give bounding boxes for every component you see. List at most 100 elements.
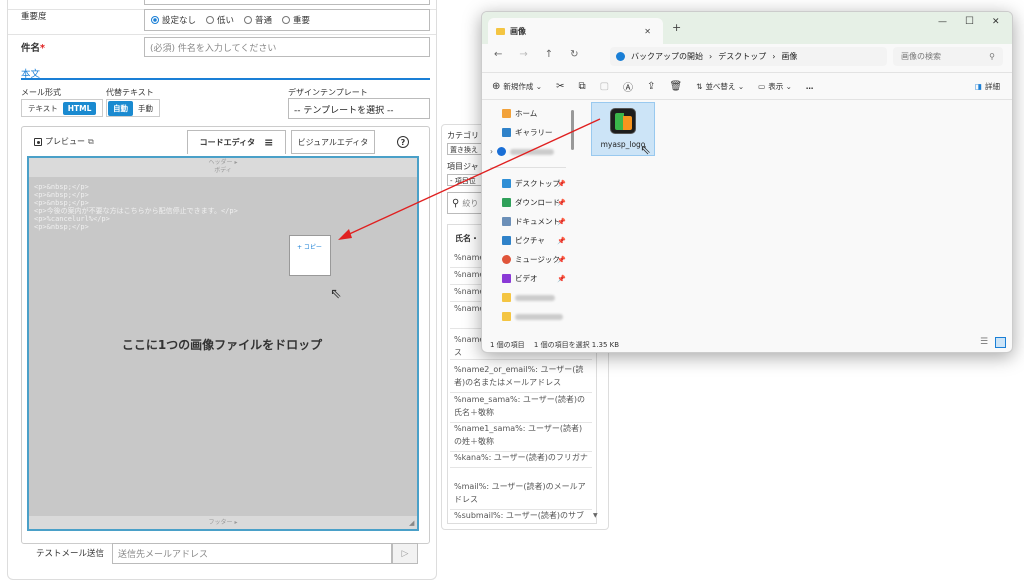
importance-high-radio[interactable]: 重要	[282, 14, 310, 26]
design-template-select[interactable]: -- テンプレートを選択 --	[288, 98, 430, 119]
list-view-icon[interactable]: ☰	[980, 337, 988, 347]
pin-icon: 📌	[557, 217, 566, 226]
search-box[interactable]: 画像の検索 ⚲	[893, 47, 1003, 66]
sidebar-item-home[interactable]: ホーム	[482, 104, 574, 123]
close-tab-icon[interactable]: ✕	[644, 27, 651, 36]
more-icon[interactable]: …	[806, 82, 814, 91]
sidebar-item-desktop[interactable]: デスクトップ 📌	[482, 174, 574, 193]
sidebar-item-downloads[interactable]: ダウンロード 📌	[482, 193, 574, 212]
alt-text-toggle: 自動 手動	[106, 99, 160, 117]
address-bar[interactable]: バックアップの開始 › デスクトップ › 画像	[610, 47, 887, 66]
code-line: <p>今後の案内が不要な方はこちらから配信停止できます。</p>	[34, 207, 238, 215]
item-label: 項目ジャ	[447, 162, 479, 171]
details-button[interactable]: ◨ 詳細	[975, 81, 1000, 92]
refresh-icon[interactable]: ↻	[570, 49, 578, 60]
mail-format-toggle: テキスト HTML	[21, 99, 103, 117]
tab-images[interactable]: 画像 ✕	[488, 18, 663, 44]
variable-item[interactable]: %kana%: ユーザー(読者)のフリガナ	[450, 448, 592, 468]
close-window-icon[interactable]: ✕	[992, 17, 1000, 27]
mail-format-text-option[interactable]: テキスト	[23, 101, 63, 116]
paste-icon[interactable]: ▢	[600, 81, 609, 92]
minimize-icon[interactable]: —	[938, 17, 947, 27]
video-icon	[502, 274, 511, 283]
maximize-icon[interactable]: ☐	[965, 16, 974, 27]
importance-none-radio[interactable]: 設定なし	[151, 14, 196, 26]
footer-section: フッター ▸	[29, 516, 417, 529]
code-line: <p>&nbsp;</p>	[34, 191, 89, 199]
cloud-icon	[497, 147, 506, 156]
sidebar-item-videos[interactable]: ビデオ 📌	[482, 269, 574, 288]
file-explorer-window: 画像 ✕ + — ☐ ✕ ← → ↑ ↻ バックアップの開始 › デスクトップ › 画像 …	[481, 11, 1013, 353]
breadcrumb-item[interactable]: バックアップの開始	[631, 51, 703, 62]
radio-icon	[206, 16, 215, 24]
resize-grip-icon[interactable]: ◢	[409, 519, 414, 527]
folder-icon	[496, 27, 505, 35]
back-icon[interactable]: ←	[494, 49, 502, 60]
variable-item[interactable]: %submail%: ユーザー(読者)のサブ	[450, 506, 592, 522]
drop-instruction: ここに1つの画像ファイルをドロップ	[121, 338, 323, 352]
divider	[8, 34, 436, 35]
forward-icon[interactable]: →	[519, 49, 527, 60]
subject-input[interactable]: (必須) 件名を入力してください	[144, 37, 430, 57]
tab-code-editor[interactable]: コードエディタ ≡	[187, 130, 286, 154]
sidebar-item-gallery[interactable]: ギャラリー	[482, 123, 574, 142]
header-section: ヘッダー ▸ ボディ	[29, 158, 417, 177]
help-icon[interactable]: ?	[397, 136, 409, 148]
copy-icon[interactable]: ⧉	[578, 81, 585, 92]
folder-icon	[502, 293, 511, 302]
radio-icon	[282, 16, 291, 24]
alt-text-auto-option[interactable]: 自動	[108, 100, 133, 116]
sort-button[interactable]: ⇅ 並べ替え ⌄	[696, 81, 744, 92]
new-tab-button[interactable]: +	[672, 21, 681, 34]
blurred-label	[510, 148, 554, 155]
blurred-label	[515, 313, 563, 320]
sidebar-item-onedrive[interactable]: ›	[482, 142, 574, 161]
importance-label: 重要度	[21, 12, 47, 22]
rename-icon[interactable]: Ⓐ	[623, 79, 633, 94]
pin-icon: 📌	[557, 274, 566, 283]
tile-view-icon[interactable]	[995, 337, 1006, 348]
sidebar-item-pictures[interactable]: ピクチャ 📌	[482, 231, 574, 250]
sidebar-item-folder[interactable]	[482, 288, 574, 307]
plus-circle-icon: ⊕	[492, 80, 501, 92]
sidebar-item-documents[interactable]: ドキュメント 📌	[482, 212, 574, 231]
new-button[interactable]: ⊕ 新規作成 ⌄	[492, 81, 542, 92]
alt-text-manual-option[interactable]: 手動	[133, 101, 158, 116]
sidebar-scrollbar[interactable]	[571, 110, 574, 150]
external-link-icon: ⧉	[88, 136, 94, 146]
category-title: カテゴリ	[447, 131, 479, 140]
importance-normal-radio[interactable]: 普通	[244, 14, 272, 26]
code-line: <p>%cancelurl%</p>	[34, 215, 110, 223]
view-button[interactable]: ▭ 表示 ⌄	[758, 81, 792, 92]
view-icon: ▭	[758, 81, 766, 91]
tab-visual-editor[interactable]: ビジュアルエディタ	[291, 130, 375, 154]
share-icon[interactable]: ⇪	[647, 81, 655, 92]
breadcrumb-item[interactable]: デスクトップ	[718, 51, 766, 62]
up-icon[interactable]: ↑	[545, 49, 553, 60]
delete-icon[interactable]: 🗑	[669, 81, 682, 92]
mail-format-html-option[interactable]: HTML	[62, 101, 97, 115]
document-icon	[502, 217, 511, 226]
test-mail-input[interactable]: 送信先メールアドレス	[112, 543, 392, 564]
home-icon	[502, 109, 511, 118]
search-icon: ⚲	[989, 52, 995, 61]
test-mail-label: テストメール送信	[36, 549, 105, 559]
scroll-down-icon[interactable]: ▼	[593, 512, 598, 519]
variable-item[interactable]: %name2_or_email%: ユーザー(読者)の名またはメールアドレス	[450, 360, 592, 393]
radio-icon	[244, 16, 253, 24]
download-icon	[502, 198, 511, 207]
sidebar-item-music[interactable]: ミュージック 📌	[482, 250, 574, 269]
variable-list-header: 氏名・	[455, 234, 479, 243]
preview-toggle[interactable]: プレビュー ⧉	[34, 136, 94, 147]
navigation-pane: ホーム ギャラリー › デスクトップ 📌 ダウンロード 📌 ドキュメント 📌 ピクチャ…	[482, 104, 574, 340]
cut-icon[interactable]: ✂	[556, 81, 564, 92]
send-icon[interactable]: ▷	[392, 543, 418, 564]
importance-low-radio[interactable]: 低い	[206, 14, 234, 26]
copy-badge: + コピー	[297, 244, 322, 251]
blurred-label	[515, 294, 555, 301]
sidebar-item-folder[interactable]	[482, 307, 574, 326]
breadcrumb-item[interactable]: 画像	[781, 51, 797, 62]
details-pane-icon: ◨	[974, 81, 982, 91]
code-line: <p>&nbsp;</p>	[34, 223, 89, 231]
code-lines: <p>&nbsp;</p> <p>&nbsp;</p> <p>&nbsp;</p…	[34, 183, 238, 231]
